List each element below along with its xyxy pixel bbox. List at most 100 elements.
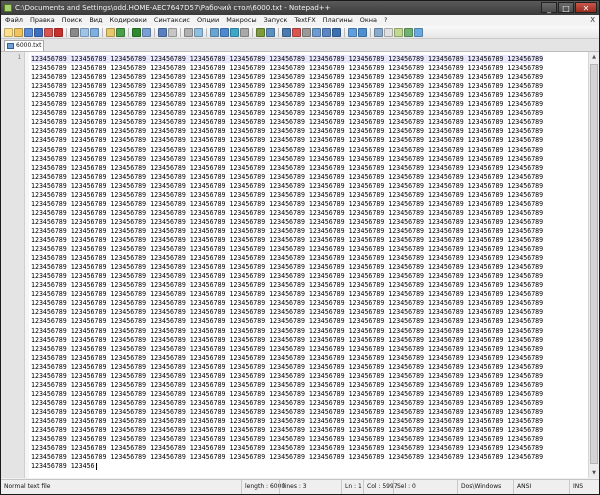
close-icon[interactable] [44,27,53,37]
text-line: 123456789 123456789 123456789 123456789 … [31,172,544,181]
close-document-icon[interactable]: X [590,15,595,26]
undo-icon[interactable] [116,27,125,37]
wrap-icon[interactable] [220,27,229,37]
editor[interactable]: 1 123456789 123456789 123456789 12345678… [1,52,599,478]
status-file-type: Normal text file [4,483,51,490]
text-line-last: 123456789 123456 [31,462,97,470]
minimize-button[interactable]: _ [541,2,557,13]
text-line: 123456789 123456789 123456789 123456789 … [31,145,544,154]
document-icon [7,43,14,49]
menu-items: Файл Правка Поиск Вид Кодировки Синтаксис Опци… [5,15,387,26]
text-line: 123456789 123456789 123456789 123456789 … [31,362,544,371]
tab-bar: 6000.txt [1,39,599,52]
scroll-up-icon[interactable]: ▲ [589,52,599,62]
line-number-gutter: 1 [1,52,25,478]
text-line: 123456789 123456789 123456789 123456789 … [31,154,544,163]
toolbar-separator [344,27,345,37]
save-macro-icon[interactable] [332,27,341,37]
check-icon[interactable] [414,27,423,37]
stop-icon[interactable] [302,27,311,37]
menu-item[interactable]: Опции [197,15,219,26]
sync-h-icon[interactable] [210,27,219,37]
text-line: 123456789 123456789 123456789 123456789 … [31,435,544,444]
sort-asc-icon[interactable] [348,27,357,37]
menu-item[interactable]: Синтаксис [154,15,190,26]
menu-item[interactable]: Правка [30,15,55,26]
find-icon[interactable] [142,27,151,37]
doc-map-icon[interactable] [266,27,275,37]
text-line: 123456789 123456789 123456789 123456789 … [31,389,544,398]
toolbar-separator [370,27,371,37]
save-all-icon[interactable] [34,27,43,37]
play-multi-icon[interactable] [322,27,331,37]
notepadpp-app-icon[interactable] [4,4,12,12]
cut-icon[interactable] [80,27,89,37]
toolbar-separator [278,27,279,37]
user-lang-icon[interactable] [256,27,265,37]
all-chars-icon[interactable] [230,27,239,37]
menu-item[interactable]: Окна [360,15,377,26]
menu-item[interactable]: Файл [5,15,23,26]
toolbar-separator [128,27,129,37]
toolbar-separator [102,27,103,37]
sync-v-icon[interactable] [194,27,203,37]
toolbar-separator [206,27,207,37]
status-eol: Dos\Windows [457,480,513,494]
menu-item[interactable]: Вид [89,15,102,26]
text-line: 123456789 123456789 123456789 123456789 … [31,299,544,308]
text-line: 123456789 123456789 123456789 123456789 … [31,199,544,208]
indent-guide-icon[interactable] [240,27,249,37]
title-bar[interactable]: C:\Documents and Settings\odd.HOME-AEC76… [1,1,599,15]
menu-item[interactable]: TextFX [294,15,315,26]
zoom-out-icon[interactable] [184,27,193,37]
new-icon[interactable] [4,27,13,37]
text-line: 123456789 123456789 123456789 123456789 … [31,317,544,326]
text-line: 123456789 123456789 123456789 123456789 … [31,353,544,362]
tab-6000-txt[interactable]: 6000.txt [4,40,44,51]
vertical-scrollbar[interactable]: ▲ ▼ [588,52,599,478]
zoom-in-icon[interactable] [168,27,177,37]
record-icon[interactable] [292,27,301,37]
scroll-thumb[interactable] [590,64,598,464]
spell-icon[interactable] [384,27,393,37]
text-line: 123456789 123456789 123456789 123456789 … [31,118,544,127]
menu-item[interactable]: Макросы [226,15,256,26]
print-icon[interactable] [70,27,79,37]
text-line: 123456789 123456789 123456789 123456789 … [31,281,544,290]
text-line: 123456789 123456789 123456789 123456789 … [31,398,544,407]
sort-desc-icon[interactable] [358,27,367,37]
toolbar-separator [252,27,253,37]
menu-item[interactable]: Поиск [62,15,83,26]
replace-icon[interactable] [158,27,167,37]
open-icon[interactable] [14,27,23,37]
text-line: 123456789 123456789 123456789 123456789 … [31,181,544,190]
paste-icon[interactable] [106,27,115,37]
text-area[interactable]: 123456789 123456789 123456789 123456789 … [31,52,581,478]
menu-item[interactable]: Запуск [264,15,288,26]
menu-item[interactable]: ? [384,15,387,26]
play-icon[interactable] [312,27,321,37]
close-all-icon[interactable] [54,27,63,37]
save-icon[interactable] [24,27,33,37]
menu-item[interactable]: Кодировки [110,15,147,26]
close-button[interactable]: ✕ [575,2,597,13]
toolbar-separator [66,27,67,37]
toolbar-separator [180,27,181,37]
menu-bar: Файл Правка Поиск Вид Кодировки Синтаксис Опци… [1,15,599,26]
trim-icon[interactable] [374,27,383,37]
func-list-icon[interactable] [282,27,291,37]
text-line: 123456789 123456789 123456789 123456789 … [31,226,544,235]
text-line: 123456789 123456789 123456789 123456789 … [31,64,544,73]
scroll-down-icon[interactable]: ▼ [589,468,599,478]
status-ln: Ln : 1 [341,480,363,494]
text-line: 123456789 123456789 123456789 123456789 … [31,236,544,244]
format-icon[interactable] [404,27,413,37]
text-line: 123456789 123456789 123456789 123456789 … [31,290,544,299]
copy-icon[interactable] [90,27,99,37]
text-line: 123456789 123456789 123456789 123456789 … [31,426,544,435]
redo-icon[interactable] [132,27,141,37]
menu-item[interactable]: Плагины [323,15,353,26]
spell-next-icon[interactable] [394,27,403,37]
window-title: C:\Documents and Settings\odd.HOME-AEC76… [15,4,331,12]
maximize-button[interactable]: □ [558,2,574,13]
